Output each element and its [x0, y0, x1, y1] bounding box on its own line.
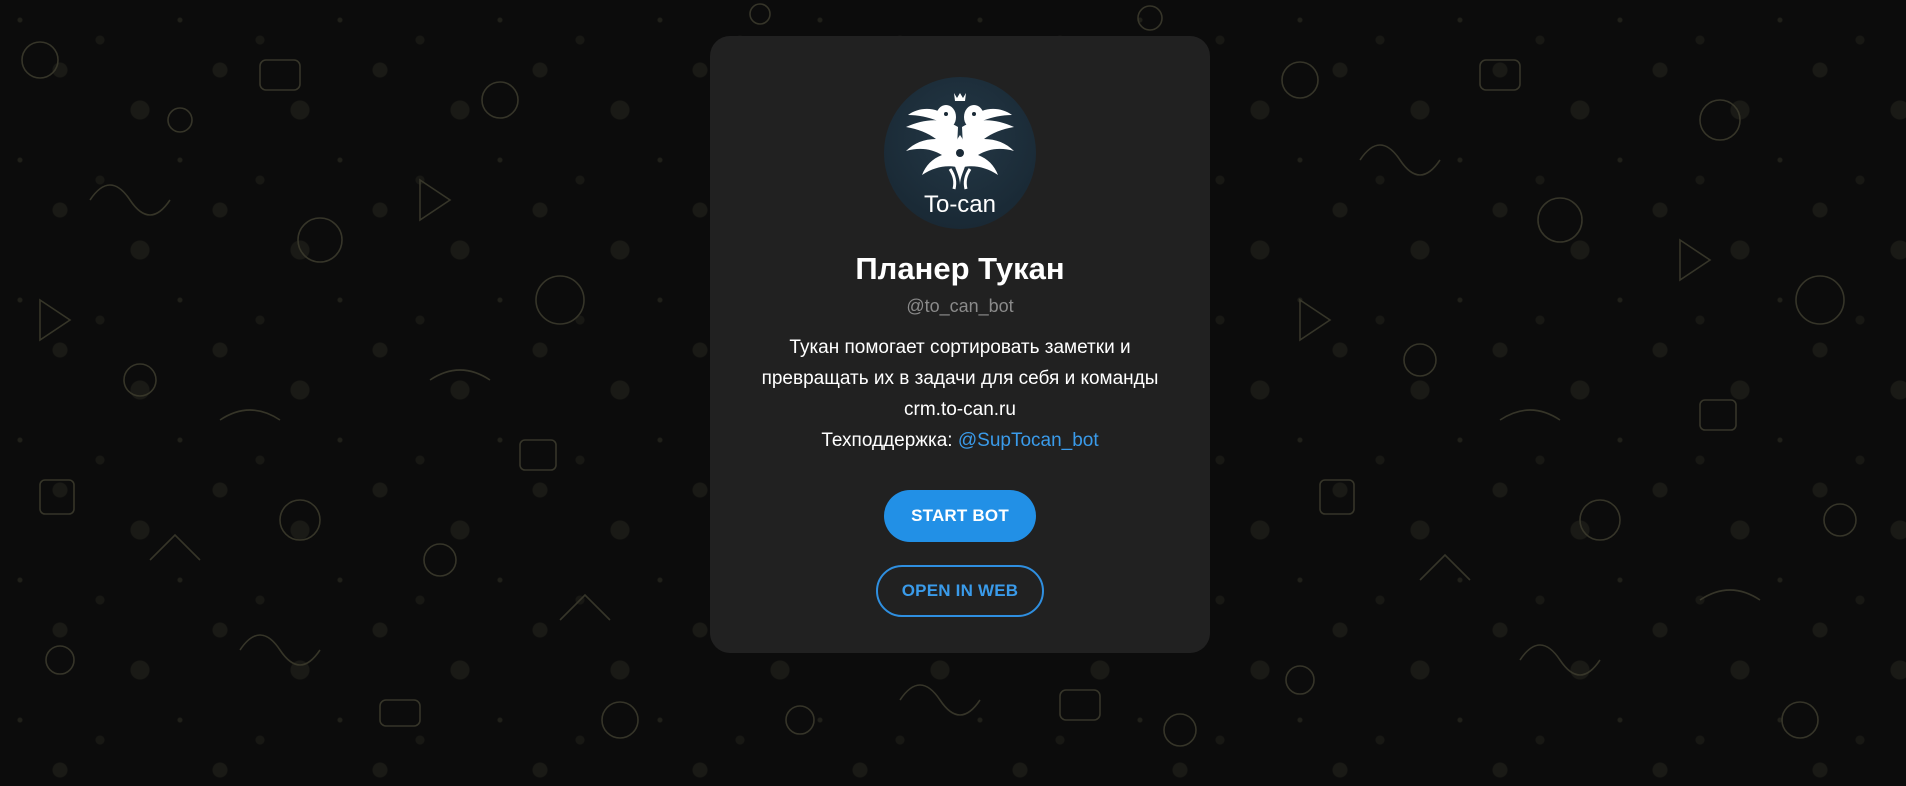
start-bot-button[interactable]: START BOT: [884, 490, 1036, 542]
description-line-3: crm.to-can.ru: [904, 399, 1016, 420]
avatar-wordmark: To-can: [924, 191, 996, 218]
support-line: Техподдержка: @SupTocan_bot: [740, 425, 1180, 456]
description-line-1: Тукан помогает сортировать заметки и: [789, 337, 1131, 358]
open-in-web-button[interactable]: OPEN IN WEB: [876, 565, 1044, 617]
bot-title: Планер Тукан: [855, 251, 1065, 286]
bot-description: Тукан помогает сортировать заметки и пре…: [740, 332, 1180, 456]
support-label: Техподдержка:: [821, 430, 953, 451]
bot-profile-card: To-can Планер Тукан @to_can_bot Тукан по…: [710, 36, 1210, 653]
description-line-2: превращать их в задачи для себя и команд…: [761, 368, 1159, 389]
toucan-logo-icon: To-can: [884, 77, 1036, 229]
bot-username: @to_can_bot: [906, 296, 1014, 316]
support-bot-link[interactable]: @SupTocan_bot: [958, 430, 1099, 451]
